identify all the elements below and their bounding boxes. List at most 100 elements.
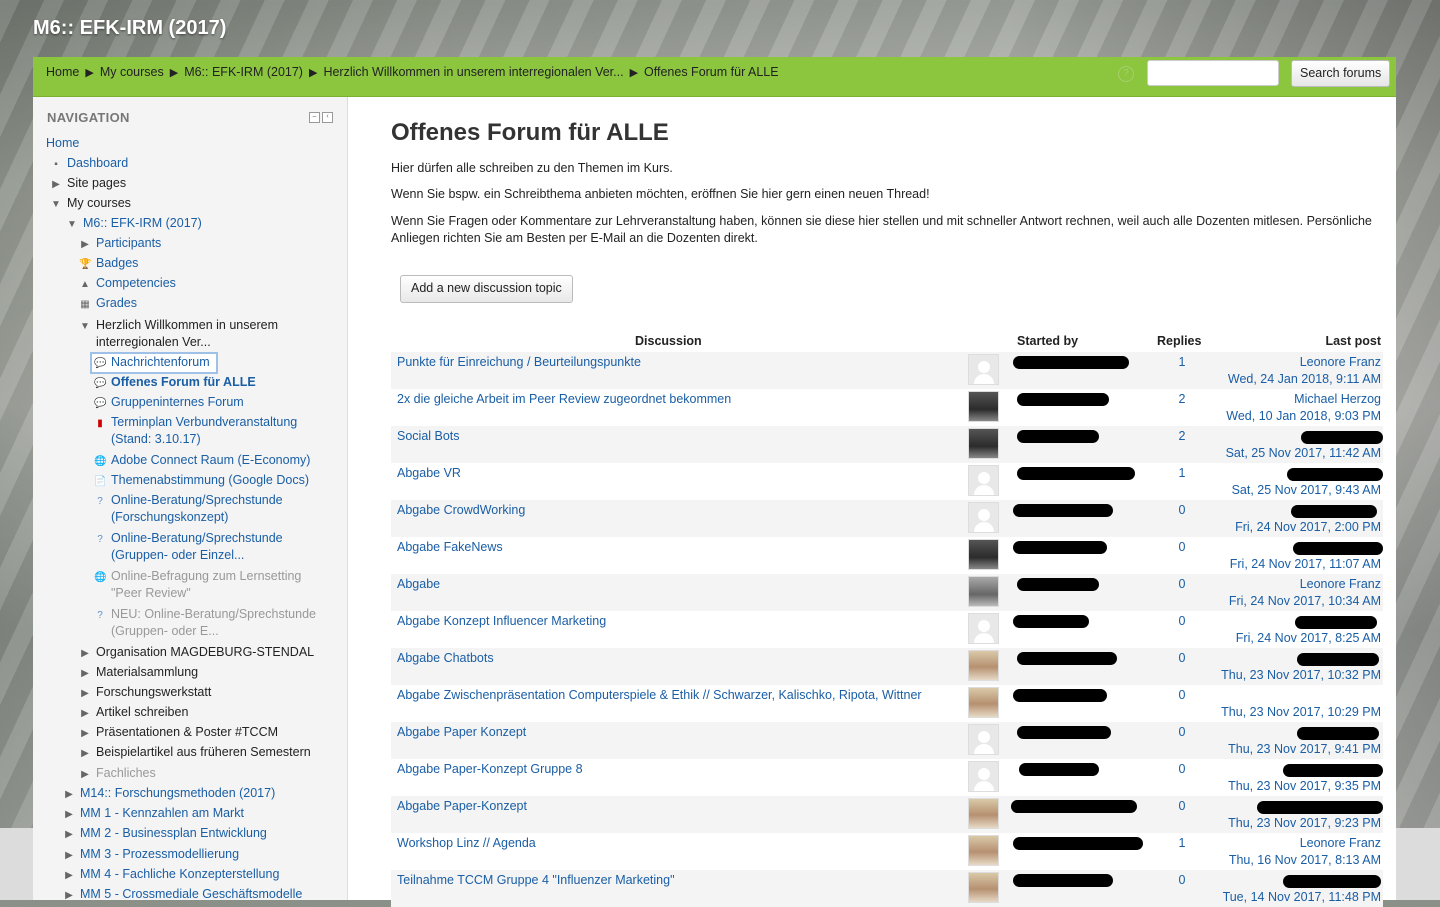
replies-count-link[interactable]: 1	[1177, 836, 1187, 850]
avatar[interactable]	[968, 539, 999, 570]
discussion-topic-link[interactable]: Abgabe Paper Konzept	[397, 725, 526, 739]
avatar[interactable]	[968, 798, 999, 829]
replies-count-link[interactable]: 0	[1177, 614, 1187, 628]
replies-count-link[interactable]: 1	[1177, 466, 1187, 480]
discussion-topic-link[interactable]: Abgabe VR	[397, 466, 461, 480]
add-discussion-button[interactable]: Add a new discussion topic	[400, 275, 573, 303]
replies-count-link[interactable]: 0	[1177, 799, 1187, 813]
avatar[interactable]	[968, 650, 999, 681]
nav-section[interactable]: ▶ Organisation MAGDEBURG-STENDAL	[79, 644, 314, 662]
last-post-date-link[interactable]: Thu, 23 Nov 2017, 9:23 PM	[1228, 816, 1381, 830]
breadcrumb-current[interactable]: Offenes Forum für ALLE	[644, 65, 779, 79]
discussion-topic-link[interactable]: Punkte für Einreichung / Beurteilungspun…	[397, 355, 641, 369]
last-post-date-link[interactable]: Wed, 10 Jan 2018, 9:03 PM	[1226, 409, 1381, 423]
discussion-topic-link[interactable]: Abgabe CrowdWorking	[397, 503, 525, 517]
nav-competencies[interactable]: ▲ Competencies	[79, 275, 176, 293]
avatar[interactable]	[968, 354, 999, 385]
replies-count-link[interactable]: 0	[1177, 762, 1187, 776]
nav-participants[interactable]: ▶ Participants	[79, 235, 161, 253]
discussion-topic-link[interactable]: Abgabe FakeNews	[397, 540, 503, 554]
column-header-discussion[interactable]: Discussion	[635, 334, 702, 348]
nav-section[interactable]: ▶ Forschungswerkstatt	[79, 684, 211, 702]
nav-activity-themenabstimmung[interactable]: 📄 Themenabstimmung (Google Docs)	[94, 472, 309, 490]
last-post-date-link[interactable]: Thu, 23 Nov 2017, 10:32 PM	[1221, 668, 1381, 682]
nav-course-item[interactable]: ▶ MM 3 - Prozessmodellierung	[63, 846, 239, 864]
nav-my-courses[interactable]: ▼ My courses	[50, 195, 131, 213]
last-post-date-link[interactable]: Tue, 14 Nov 2017, 11:48 PM	[1223, 890, 1381, 904]
nav-badges[interactable]: 🏆 Badges	[79, 255, 138, 273]
last-post-date-link[interactable]: Thu, 23 Nov 2017, 10:29 PM	[1221, 705, 1381, 719]
replies-count-link[interactable]: 0	[1177, 651, 1187, 665]
last-post-date-link[interactable]: Fri, 24 Nov 2017, 2:00 PM	[1235, 520, 1381, 534]
breadcrumb-course[interactable]: M6:: EFK-IRM (2017)	[184, 65, 303, 79]
last-post-date-link[interactable]: Fri, 24 Nov 2017, 11:07 AM	[1230, 557, 1381, 571]
replies-count-link[interactable]: 2	[1177, 429, 1187, 443]
nav-activity-neu-online-beratung[interactable]: ? NEU: Online-Beratung/Sprechstunde	[94, 606, 316, 624]
last-post-date-link[interactable]: Fri, 24 Nov 2017, 8:25 AM	[1236, 631, 1381, 645]
help-icon[interactable]: ?	[1118, 66, 1134, 82]
last-post-date-link[interactable]: Fri, 24 Nov 2017, 10:34 AM	[1229, 594, 1381, 608]
avatar[interactable]	[968, 465, 999, 496]
nav-course-item[interactable]: ▶ M14:: Forschungsmethoden (2017)	[63, 785, 275, 803]
avatar[interactable]	[968, 428, 999, 459]
last-post-date-link[interactable]: Thu, 16 Nov 2017, 8:13 AM	[1229, 853, 1381, 867]
nav-activity-online-beratung-2[interactable]: ? Online-Beratung/Sprechstunde	[94, 530, 282, 548]
discussion-topic-link[interactable]: Abgabe Chatbots	[397, 651, 494, 665]
last-post-date-link[interactable]: Sat, 25 Nov 2017, 11:42 AM	[1226, 446, 1381, 460]
replies-count-link[interactable]: 0	[1177, 540, 1187, 554]
nav-grades[interactable]: ▦ Grades	[79, 295, 137, 313]
discussion-topic-link[interactable]: Abgabe Paper-Konzept Gruppe 8	[397, 762, 583, 776]
last-post-date-link[interactable]: Wed, 24 Jan 2018, 9:11 AM	[1228, 372, 1381, 386]
discussion-topic-link[interactable]: Abgabe Konzept Influencer Marketing	[397, 614, 606, 628]
nav-course-item[interactable]: ▶ MM 4 - Fachliche Konzepterstellung	[63, 866, 279, 884]
nav-activity-online-beratung-1[interactable]: ? Online-Beratung/Sprechstunde	[94, 492, 282, 510]
discussion-topic-link[interactable]: Abgabe Zwischenpräsentation Computerspie…	[397, 688, 922, 702]
last-post-date-link[interactable]: Thu, 23 Nov 2017, 9:41 PM	[1228, 742, 1381, 756]
nav-home[interactable]: Home	[46, 135, 79, 152]
last-post-date-link[interactable]: Thu, 23 Nov 2017, 9:35 PM	[1228, 779, 1381, 793]
discussion-topic-link[interactable]: Social Bots	[397, 429, 460, 443]
discussion-topic-link[interactable]: Abgabe	[397, 577, 440, 591]
nav-site-pages[interactable]: ▶ Site pages	[50, 175, 126, 193]
replies-count-link[interactable]: 1	[1177, 355, 1187, 369]
avatar[interactable]	[968, 761, 999, 792]
nav-section[interactable]: ▶ Materialsammlung	[79, 664, 198, 682]
search-forums-input[interactable]	[1147, 60, 1279, 86]
nav-section[interactable]: ▶ Artikel schreiben	[79, 704, 188, 722]
avatar[interactable]	[968, 687, 999, 718]
discussion-topic-link[interactable]: 2x die gleiche Arbeit im Peer Review zug…	[397, 392, 731, 406]
avatar[interactable]	[968, 724, 999, 755]
avatar[interactable]	[968, 502, 999, 533]
discussion-topic-link[interactable]: Teilnahme TCCM Gruppe 4 "Influenzer Mark…	[397, 873, 675, 887]
last-post-date-link[interactable]: Sat, 25 Nov 2017, 9:43 AM	[1232, 483, 1381, 497]
nav-section-current[interactable]: ▼ Herzlich Willkommen in unserem	[79, 317, 278, 335]
site-title[interactable]: M6:: EFK-IRM (2017)	[33, 17, 226, 40]
replies-count-link[interactable]: 0	[1177, 577, 1187, 591]
nav-section[interactable]: ▶ Beispielartikel aus früheren Semestern	[79, 744, 311, 762]
replies-count-link[interactable]: 0	[1177, 873, 1187, 887]
avatar[interactable]	[968, 613, 999, 644]
nav-activity-online-befragung[interactable]: 🌐 Online-Befragung zum Lernsetting	[94, 568, 301, 586]
avatar[interactable]	[968, 576, 999, 607]
replies-count-link[interactable]: 0	[1177, 503, 1187, 517]
nav-course[interactable]: ▼ M6:: EFK-IRM (2017)	[66, 215, 202, 233]
nav-activity-gruppeninternes-forum[interactable]: 💬 Gruppeninternes Forum	[94, 394, 244, 412]
collapse-block-icon[interactable]: –	[309, 112, 320, 123]
column-header-started-by[interactable]: Started by	[1017, 334, 1078, 348]
nav-activity-adobe-connect[interactable]: 🌐 Adobe Connect Raum (E-Economy)	[94, 452, 310, 470]
breadcrumb-home[interactable]: Home	[46, 65, 79, 79]
dock-block-icon[interactable]: ‹	[322, 112, 333, 123]
column-header-replies[interactable]: Replies	[1157, 334, 1201, 348]
search-forums-button[interactable]: Search forums	[1291, 60, 1391, 87]
nav-section[interactable]: ▶ Präsentationen & Poster #TCCM	[79, 724, 278, 742]
nav-dashboard[interactable]: ▪ Dashboard	[50, 155, 128, 173]
nav-course-item[interactable]: ▶ MM 2 - Businessplan Entwicklung	[63, 825, 267, 843]
avatar[interactable]	[968, 835, 999, 866]
last-post-author-link[interactable]: Leonore Franz	[1300, 836, 1381, 850]
nav-activity-terminplan[interactable]: ▮ Terminplan Verbundveranstaltung	[94, 414, 297, 432]
nav-activity-offenes-forum[interactable]: 💬 Offenes Forum für ALLE	[94, 374, 256, 392]
nav-course-item[interactable]: ▶ MM 1 - Kennzahlen am Markt	[63, 805, 244, 823]
last-post-author-link[interactable]: Michael Herzog	[1294, 392, 1381, 406]
replies-count-link[interactable]: 0	[1177, 688, 1187, 702]
nav-course-item[interactable]: ▶ MM 5 - Crossmediale Geschäftsmodelle	[63, 886, 302, 900]
